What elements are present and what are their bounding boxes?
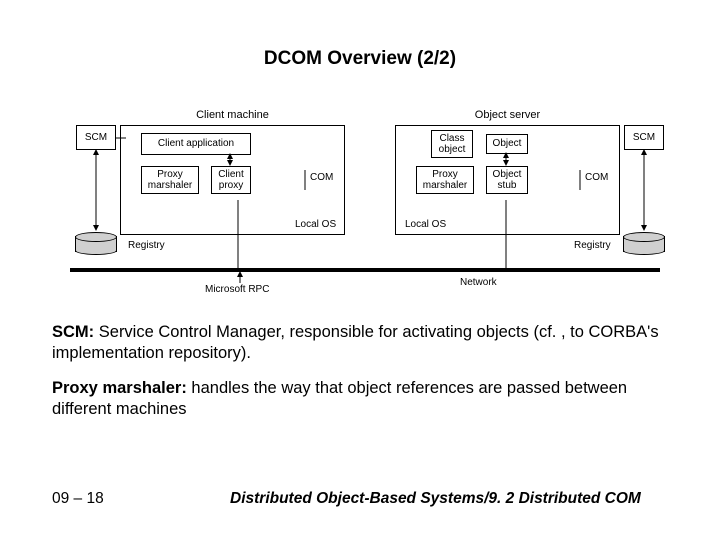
network-label: Network: [460, 277, 497, 288]
registry-client-cylinder: [75, 236, 117, 252]
footer-page: 09 – 18: [52, 490, 104, 508]
para-proxy: Proxy marshaler: handles the way that ob…: [52, 378, 672, 419]
registry-client-label: Registry: [128, 240, 165, 251]
client-application-box: Client application: [141, 133, 251, 155]
object-box: Object: [486, 134, 528, 154]
footer-title: Distributed Object-Based Systems/9. 2 Di…: [230, 490, 641, 508]
com-label-server: COM: [585, 172, 608, 183]
para-scm-bold: SCM:: [52, 323, 94, 341]
para-proxy-bold: Proxy marshaler:: [52, 379, 187, 397]
slide-title: DCOM Overview (2/2): [0, 48, 720, 70]
ms-rpc-label: Microsoft RPC: [205, 284, 269, 295]
para-scm: SCM: Service Control Manager, responsibl…: [52, 322, 672, 363]
class-object-box: Class object: [431, 130, 473, 158]
local-os-server: Local OS: [405, 219, 446, 230]
dcom-diagram: SCM SCM Client machine Client applicatio…: [70, 100, 660, 285]
local-os-client: Local OS: [295, 219, 336, 230]
scm-server-box: SCM: [624, 125, 664, 150]
scm-client-box: SCM: [76, 125, 116, 150]
client-proxy-box: Client proxy: [211, 166, 251, 194]
registry-server-cylinder: [623, 236, 665, 252]
para-scm-rest: Service Control Manager, responsible for…: [52, 323, 659, 362]
network-bar: [70, 268, 660, 272]
proxy-marshaler-server-box: Proxy marshaler: [416, 166, 474, 194]
registry-server-label: Registry: [574, 240, 611, 251]
server-machine-label: Object server: [396, 109, 619, 121]
proxy-marshaler-client-box: Proxy marshaler: [141, 166, 199, 194]
com-label-client: COM: [310, 172, 333, 183]
client-machine-label: Client machine: [121, 109, 344, 121]
object-stub-box: Object stub: [486, 166, 528, 194]
